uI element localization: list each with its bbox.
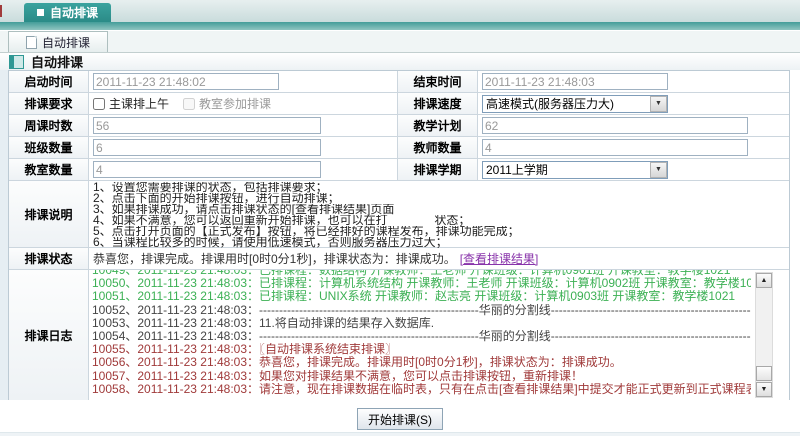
scheduling-form-table: 启动时间 结束时间 排课要求 主课排上午 教室参加排课 排课速度 高速模式(服务… <box>8 70 790 401</box>
left-gutter <box>0 70 8 400</box>
instructions-list: 1、设置您需要排课的状态，包括排课要求；2、点击下面的开始排课按钮，进行自动排课… <box>89 181 789 247</box>
speed-select-value: 高速模式(服务器压力大) <box>486 95 614 112</box>
log-entry: 10057、2011-11-23 21:48:03：如果您对排课结果不满意，您可… <box>92 370 751 383</box>
log-cell[interactable]: 10049、2011-11-23 21:48:03：已排课程：数据结构 开课教师… <box>89 270 789 400</box>
status-label: 排课状态 <box>9 248 89 269</box>
scrollbar-thumb[interactable] <box>756 366 772 381</box>
instruction-line: 6、当课程比较多的时候，请使用低速模式，否则服务器压力过大； <box>93 237 789 248</box>
weekly-hours-input[interactable] <box>93 117 321 134</box>
teaching-plan-label: 教学计划 <box>398 115 478 136</box>
scroll-down-icon[interactable]: ▼ <box>756 382 772 397</box>
checkbox-classroom-join: 教室参加排课 <box>183 95 271 112</box>
log-entry: 10055、2011-11-23 21:48:03：〖自动排课系统结束排课〗 <box>92 343 751 356</box>
tab-bar: 自动排课 <box>0 31 800 53</box>
semester-label: 排课学期 <box>398 159 478 180</box>
instruction-line: 1、设置您需要排课的状态，包括排课要求； <box>93 182 789 193</box>
header-tab-auto-scheduling[interactable]: 自动排课 <box>24 3 111 22</box>
class-count-input[interactable] <box>93 139 321 156</box>
log-entry: 10051、2011-11-23 21:48:03：已排课程：UNIX系统 开课… <box>92 290 751 303</box>
instruction-line: 3、如果排课成功，请点击排课状态的[查看排课结果]页面 <box>93 204 789 215</box>
start-scheduling-button[interactable]: 开始排课(S) <box>357 408 443 430</box>
log-entry: 10049、2011-11-23 21:48:03：已排课程：数据结构 开课教师… <box>92 270 751 277</box>
log-scrollbar[interactable]: ▲ ▼ <box>755 272 773 398</box>
row-class-teacher: 班级数量 教师数量 <box>9 137 789 159</box>
left-edge-mark <box>0 5 2 17</box>
main-course-morning-checkbox[interactable] <box>93 98 105 110</box>
checkbox-label-disabled: 教室参加排课 <box>199 95 271 112</box>
page-title: 自动排课 <box>31 52 83 71</box>
start-time-input[interactable] <box>93 73 279 90</box>
log-entry: 10054、2011-11-23 21:48:03：--------------… <box>92 330 751 343</box>
status-text: 恭喜您，排课完成。排课用时[0时0分1秒]，排课状态为：排课成功。 <box>93 250 456 267</box>
semester-select[interactable]: 2011上学期 ▼ <box>482 161 668 179</box>
log-entry: 10050、2011-11-23 21:48:03：已排课程：计算机系统结构 开… <box>92 277 751 290</box>
tab-label: 自动排课 <box>42 34 90 51</box>
teacher-count-input[interactable] <box>482 139 748 156</box>
row-times: 启动时间 结束时间 <box>9 71 789 93</box>
app-header: 自动排课 <box>0 0 800 22</box>
classroom-join-checkbox <box>183 98 195 110</box>
weekly-hours-label: 周课时数 <box>9 115 89 136</box>
checkbox-main-course-morning[interactable]: 主课排上午 <box>93 95 169 112</box>
header-divider-strip <box>0 22 800 31</box>
bottom-edge <box>0 432 800 436</box>
teaching-plan-input[interactable] <box>482 117 748 134</box>
log-entry: 10058、2011-11-23 21:48:03：请注意，现在排课数据在临时表… <box>92 383 751 396</box>
chevron-down-icon[interactable]: ▼ <box>650 96 667 112</box>
footer: 开始排课(S) <box>0 400 800 436</box>
status-cell: 恭喜您，排课完成。排课用时[0时0分1秒]，排课状态为：排课成功。 [查看排课结… <box>89 248 789 269</box>
section-header: 自动排课 <box>0 53 800 70</box>
form-icon <box>9 55 24 69</box>
log-label: 排课日志 <box>9 270 89 400</box>
speed-select[interactable]: 高速模式(服务器压力大) ▼ <box>482 95 668 113</box>
semester-select-value: 2011上学期 <box>486 161 548 178</box>
log-entry: 10056、2011-11-23 21:48:03：恭喜您，排课完成。排课用时[… <box>92 356 751 369</box>
row-instructions: 排课说明 1、设置您需要排课的状态，包括排课要求；2、点击下面的开始排课按钮，进… <box>9 181 789 248</box>
classroom-count-input[interactable] <box>93 161 321 178</box>
instruction-line: 5、点击打开页面的【正式发布】按钮，将已经排好的课程发布，排课功能完成； <box>93 226 789 237</box>
instruction-line: 4、如果不满意，您可以返回重新开始排课，也可以在打 状态； <box>93 215 789 226</box>
instructions-label: 排课说明 <box>9 181 89 247</box>
checkbox-label: 主课排上午 <box>109 95 169 112</box>
end-time-label: 结束时间 <box>398 71 478 92</box>
end-time-input[interactable] <box>482 73 668 90</box>
row-classroom-semester: 教室数量 排课学期 2011上学期 ▼ <box>9 159 789 181</box>
log-list: 10049、2011-11-23 21:48:03：已排课程：数据结构 开课教师… <box>92 270 751 396</box>
requirements-label: 排课要求 <box>9 93 89 114</box>
classroom-count-label: 教室数量 <box>9 159 89 180</box>
log-entry: 10052、2011-11-23 21:48:03：--------------… <box>92 304 751 317</box>
row-hours-plan: 周课时数 教学计划 <box>9 115 789 137</box>
header-tab-label: 自动排课 <box>50 4 98 21</box>
instruction-line: 2、点击下面的开始排课按钮，进行自动排课； <box>93 193 789 204</box>
speed-label: 排课速度 <box>398 93 478 114</box>
row-requirements-speed: 排课要求 主课排上午 教室参加排课 排课速度 高速模式(服务器压力大) ▼ <box>9 93 789 115</box>
teacher-count-label: 教师数量 <box>398 137 478 158</box>
class-count-label: 班级数量 <box>9 137 89 158</box>
scroll-up-icon[interactable]: ▲ <box>756 273 772 288</box>
chevron-down-icon[interactable]: ▼ <box>650 162 667 178</box>
document-icon <box>26 36 37 49</box>
tab-auto-scheduling[interactable]: 自动排课 <box>8 31 108 52</box>
start-time-label: 启动时间 <box>9 71 89 92</box>
log-entry: 10053、2011-11-23 21:48:03：11.将自动排课的结果存入数… <box>92 317 751 330</box>
square-bullet-icon <box>37 9 44 16</box>
row-log: 排课日志 10049、2011-11-23 21:48:03：已排课程：数据结构… <box>9 270 789 400</box>
row-status: 排课状态 恭喜您，排课完成。排课用时[0时0分1秒]，排课状态为：排课成功。 [… <box>9 248 789 270</box>
view-result-link[interactable]: [查看排课结果] <box>460 250 539 267</box>
